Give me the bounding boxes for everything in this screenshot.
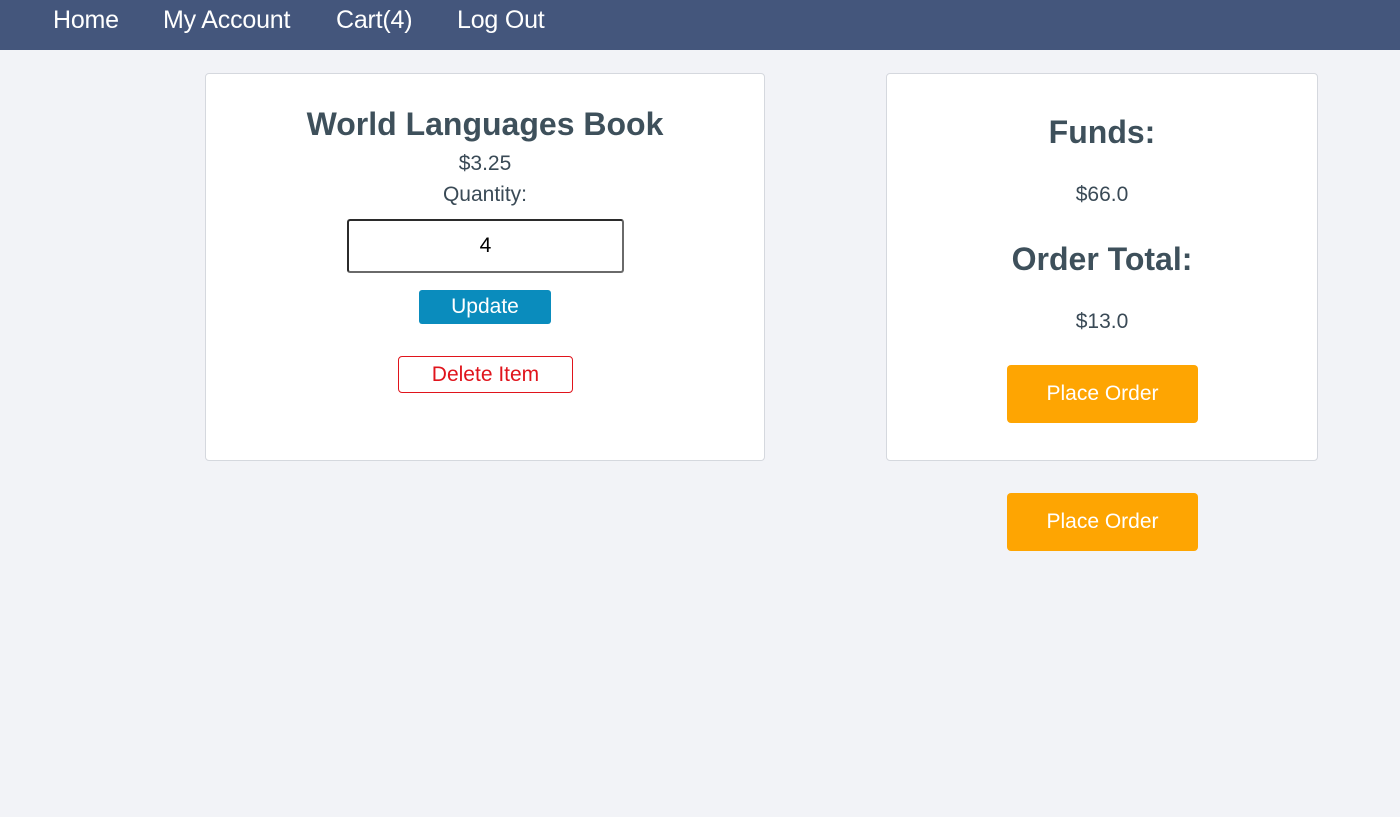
place-order-button[interactable]: Place Order [1007,365,1198,423]
top-navbar: Home My Account Cart(4) Log Out [0,0,1400,50]
nav-logout-link[interactable]: Log Out [457,4,545,36]
order-total-heading: Order Total: [1011,241,1193,277]
cart-item-card: World Languages Book $3.25 Quantity: Upd… [205,73,765,461]
nav-home-link[interactable]: Home [53,4,119,36]
nav-cart-link[interactable]: Cart(4) [336,4,413,36]
funds-heading: Funds: [1048,114,1156,150]
place-order-button-bottom[interactable]: Place Order [1007,493,1198,551]
product-price: $3.25 [458,152,512,175]
update-button[interactable]: Update [419,290,551,324]
delete-item-button[interactable]: Delete Item [398,356,573,393]
funds-value: $66.0 [1075,183,1129,206]
order-summary-card: Funds: $66.0 Order Total: $13.0 Place Or… [886,73,1318,461]
order-total-value: $13.0 [1075,310,1129,333]
quantity-input[interactable] [347,219,624,273]
nav-my-account-link[interactable]: My Account [163,4,290,36]
quantity-label: Quantity: [442,183,528,206]
product-title: World Languages Book [306,106,664,142]
